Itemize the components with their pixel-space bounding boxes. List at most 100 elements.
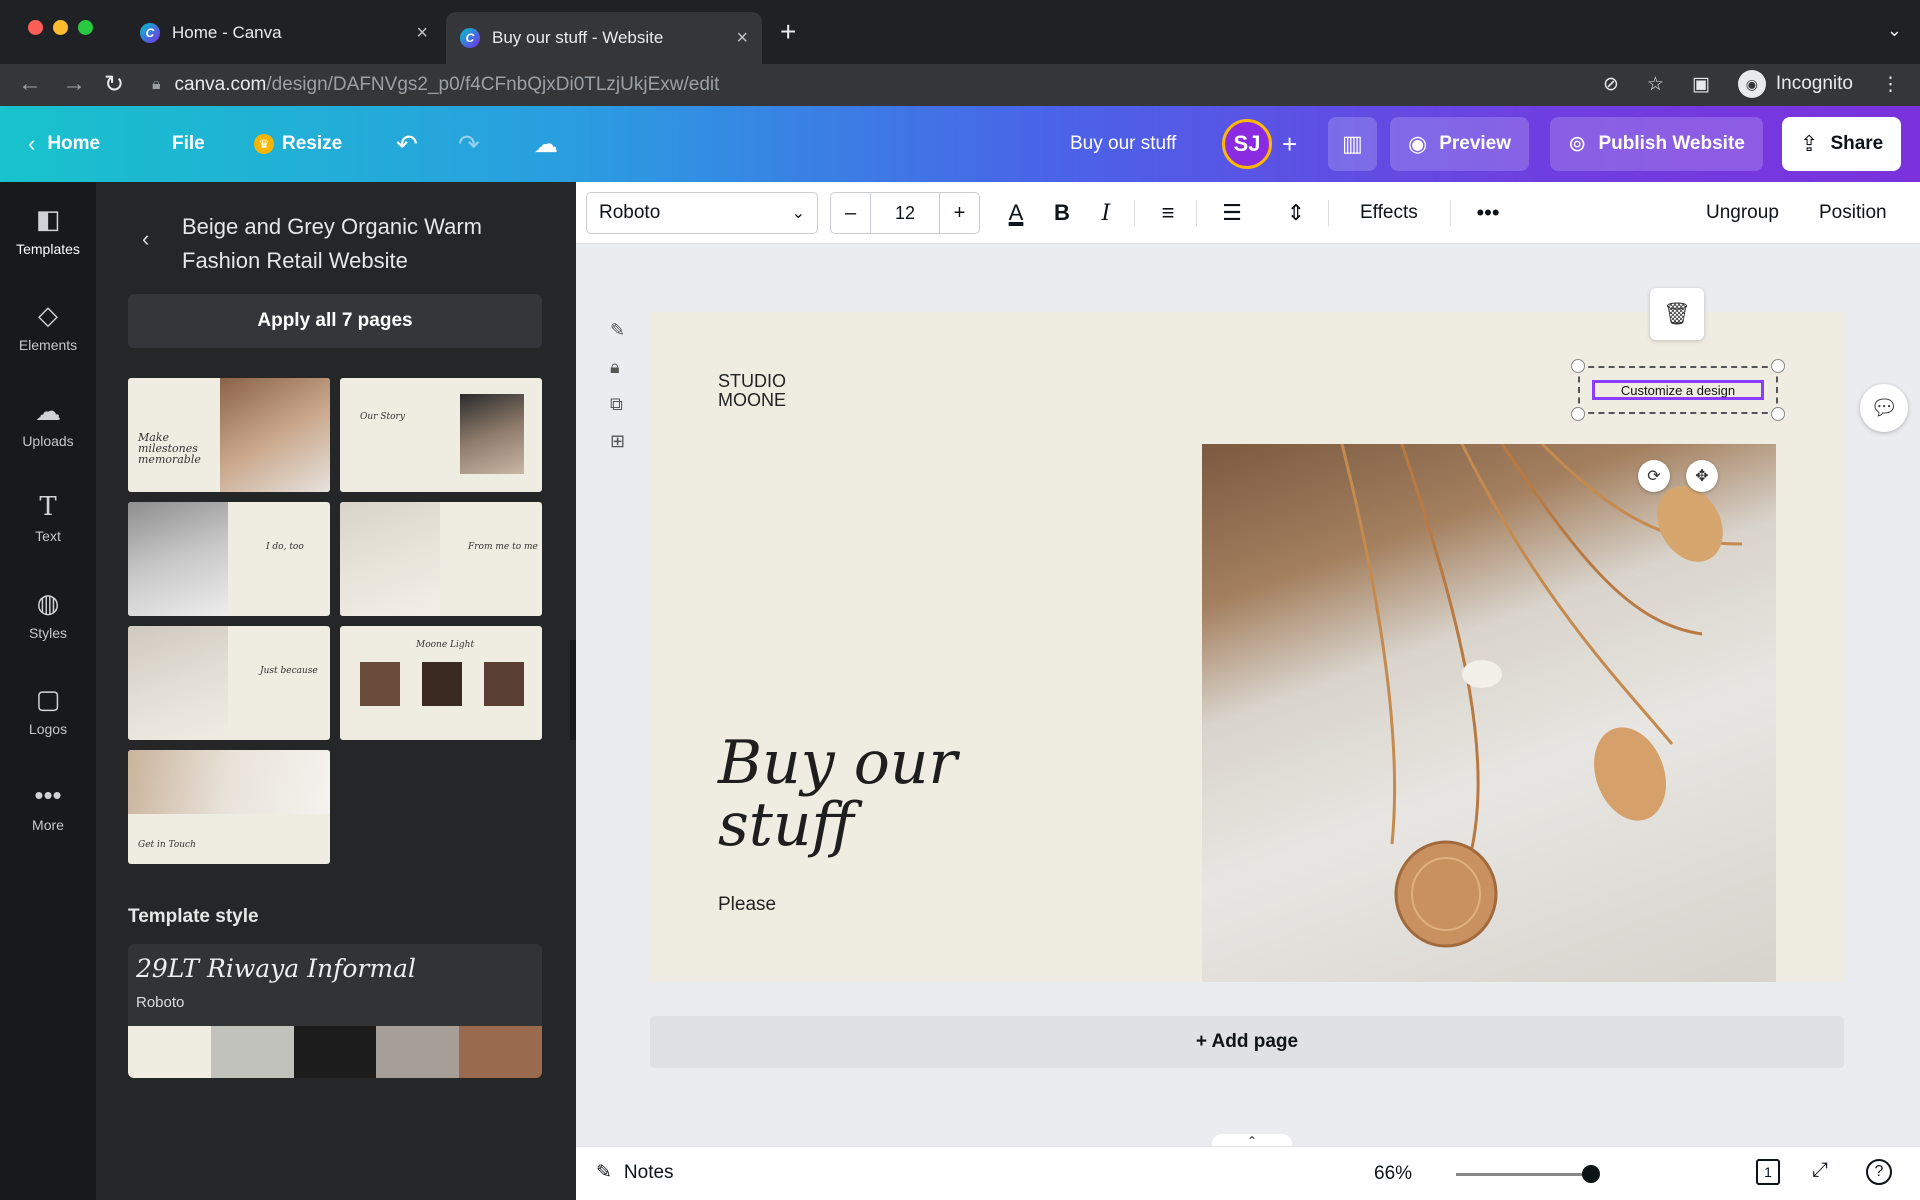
- maximize-window-button[interactable]: [78, 20, 93, 35]
- zoom-percentage[interactable]: 66%: [1374, 1163, 1412, 1185]
- template-style-card[interactable]: 29LT Riwaya Informal Roboto: [128, 944, 542, 1078]
- browser-tab-home[interactable]: C Home - Canva ×: [126, 12, 442, 54]
- template-page-thumb-3[interactable]: I do, too: [128, 502, 330, 616]
- studio-logo[interactable]: STUDIO MOONE: [718, 372, 786, 410]
- subtext[interactable]: Please: [718, 894, 776, 916]
- italic-icon[interactable]: I: [1086, 192, 1126, 234]
- collaborator-avatar[interactable]: SJ: [1222, 106, 1272, 182]
- color-swatch-1[interactable]: [128, 1026, 211, 1078]
- text-icon: T: [39, 492, 57, 522]
- color-swatch-3[interactable]: [293, 1026, 377, 1078]
- template-page-thumb-4[interactable]: From me to me: [340, 502, 542, 616]
- rail-elements[interactable]: ◇ Elements: [0, 300, 96, 353]
- notes-button[interactable]: ✎ Notes: [596, 1161, 674, 1184]
- close-window-button[interactable]: [28, 20, 43, 35]
- forward-arrow-icon[interactable]: →: [62, 70, 86, 98]
- rail-styles[interactable]: ◍ Styles: [0, 588, 96, 641]
- rotate-icon[interactable]: ⟳: [1638, 460, 1670, 492]
- browser-tab-website[interactable]: C Buy our stuff - Website ×: [446, 12, 762, 64]
- resize-handle[interactable]: [1571, 359, 1585, 373]
- notes-edit-icon[interactable]: ✎: [610, 320, 625, 357]
- zoom-slider-knob[interactable]: [1582, 1165, 1600, 1183]
- resize-handle[interactable]: [1771, 407, 1785, 421]
- file-menu-button[interactable]: File: [172, 106, 205, 182]
- home-button[interactable]: ‹ Home: [28, 106, 100, 182]
- tab-search-chevron-icon[interactable]: ⌄: [1887, 20, 1902, 41]
- color-swatch-5[interactable]: [459, 1026, 542, 1078]
- side-panel-icon[interactable]: ▣: [1692, 73, 1710, 96]
- canva-favicon-icon: C: [140, 23, 160, 43]
- resize-handle[interactable]: [1771, 359, 1785, 373]
- zoom-slider-track[interactable]: [1456, 1173, 1586, 1176]
- fullscreen-icon[interactable]: ⤢: [1812, 1159, 1828, 1182]
- bold-icon[interactable]: B: [1042, 192, 1082, 234]
- incognito-profile[interactable]: ◉ Incognito: [1737, 70, 1853, 98]
- add-comment-icon[interactable]: 💬︎: [1860, 384, 1908, 432]
- increase-size-button[interactable]: +: [939, 193, 979, 233]
- undo-icon[interactable]: ↶: [396, 106, 418, 182]
- minimize-window-button[interactable]: [53, 20, 68, 35]
- spacing-icon[interactable]: ⇕: [1276, 192, 1316, 234]
- duplicate-page-icon[interactable]: ⧉: [610, 394, 625, 431]
- publish-website-button[interactable]: ⊚ Publish Website: [1550, 106, 1763, 182]
- template-page-thumb-6[interactable]: Moone Light: [340, 626, 542, 740]
- redo-icon[interactable]: ↷: [458, 106, 480, 182]
- resize-handle[interactable]: [1571, 407, 1585, 421]
- design-title[interactable]: Buy our stuff: [1070, 106, 1176, 182]
- decrease-size-button[interactable]: –: [831, 193, 871, 233]
- text-color-icon[interactable]: A: [996, 192, 1036, 234]
- move-icon[interactable]: ✥: [1686, 460, 1718, 492]
- effects-button[interactable]: Effects: [1360, 192, 1418, 234]
- reload-icon[interactable]: ↻: [104, 70, 124, 99]
- template-page-thumb-1[interactable]: Make milestones memorable: [128, 378, 330, 492]
- chevron-down-icon: ⌄: [791, 205, 805, 222]
- toolbar-divider: [1134, 200, 1135, 226]
- more-options-icon[interactable]: •••: [1468, 192, 1508, 234]
- cloud-saved-icon[interactable]: ☁: [534, 106, 558, 182]
- font-size-stepper: – 12 +: [830, 192, 980, 234]
- help-icon[interactable]: ?: [1866, 1159, 1892, 1185]
- bookmark-star-icon[interactable]: ☆: [1647, 73, 1664, 96]
- jewelry-photo[interactable]: [1202, 444, 1776, 982]
- customize-design-text[interactable]: Customize a design: [1592, 380, 1764, 400]
- close-tab-icon[interactable]: ×: [736, 27, 748, 50]
- rail-more[interactable]: ••• More: [0, 780, 96, 833]
- font-size-input[interactable]: 12: [871, 193, 939, 233]
- close-tab-icon[interactable]: ×: [416, 22, 428, 45]
- insights-button[interactable]: ▥: [1328, 106, 1377, 182]
- align-center-icon[interactable]: ≡: [1148, 192, 1188, 234]
- add-collaborator-icon[interactable]: +: [1282, 106, 1297, 182]
- template-page-thumb-5[interactable]: Just because: [128, 626, 330, 740]
- add-page-button[interactable]: + Add page: [650, 1016, 1844, 1068]
- new-tab-icon[interactable]: +: [780, 16, 796, 48]
- resize-button[interactable]: ♛ Resize: [254, 106, 342, 182]
- color-swatch-4[interactable]: [376, 1026, 460, 1078]
- rail-text[interactable]: T Text: [0, 492, 96, 544]
- apply-all-pages-button[interactable]: Apply all 7 pages: [128, 294, 542, 348]
- back-arrow-icon[interactable]: ←: [18, 70, 42, 98]
- headline-text[interactable]: Buy our stuff: [718, 732, 1038, 856]
- tracking-protection-icon[interactable]: ⊘: [1603, 73, 1619, 96]
- rail-templates[interactable]: ◧ Templates: [0, 204, 96, 257]
- add-page-icon[interactable]: ⊞: [610, 431, 625, 468]
- preview-button[interactable]: ◉ Preview: [1390, 106, 1530, 182]
- lock-page-icon[interactable]: 🔒︎: [610, 357, 625, 394]
- template-page-thumb-7[interactable]: Get in Touch: [128, 750, 330, 864]
- color-swatches: [128, 1026, 542, 1078]
- url-field[interactable]: 🔒︎ canva.com /design/DAFNVgs2_p0/f4CFnbQ…: [152, 68, 1592, 102]
- list-icon[interactable]: ☰: [1212, 192, 1252, 234]
- rail-uploads[interactable]: ☁ Uploads: [0, 396, 96, 449]
- template-page-thumb-2[interactable]: Our Story: [340, 378, 542, 492]
- page-count-button[interactable]: 1: [1756, 1159, 1780, 1185]
- color-swatch-2[interactable]: [210, 1026, 294, 1078]
- upload-share-icon: ⇪: [1800, 131, 1819, 156]
- thumb-photo: [484, 662, 524, 706]
- delete-trash-icon[interactable]: 🗑︎: [1650, 288, 1704, 340]
- share-button[interactable]: ⇪ Share: [1782, 106, 1902, 182]
- browser-menu-icon[interactable]: ⋮: [1881, 73, 1900, 96]
- rail-logos[interactable]: ▢ Logos: [0, 684, 96, 737]
- position-button[interactable]: Position: [1819, 192, 1887, 234]
- font-family-dropdown[interactable]: Roboto ⌄: [586, 192, 818, 234]
- ungroup-button[interactable]: Ungroup: [1706, 192, 1779, 234]
- back-chevron-icon[interactable]: ‹: [142, 226, 149, 252]
